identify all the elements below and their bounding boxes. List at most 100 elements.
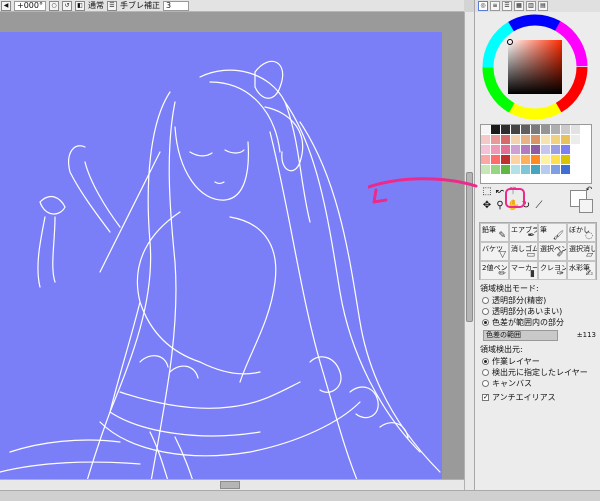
palette-swatch[interactable] — [531, 145, 541, 155]
palette-swatch[interactable] — [511, 155, 521, 165]
palette-swatch[interactable] — [521, 155, 531, 165]
intermediate-color-tab-icon[interactable]: ▦ — [514, 1, 524, 11]
antialias-option[interactable]: ✓ アンチエイリアス — [480, 392, 598, 403]
palette-swatch[interactable] — [511, 145, 521, 155]
palette-swatch[interactable] — [551, 155, 561, 165]
palette-swatch[interactable] — [491, 125, 501, 135]
scratchpad-tab-icon[interactable]: ▤ — [538, 1, 548, 11]
palette-swatch[interactable] — [511, 125, 521, 135]
detect-source-option[interactable]: キャンバス — [480, 378, 598, 389]
palette-swatch[interactable] — [481, 125, 491, 135]
palette-swatch[interactable] — [531, 155, 541, 165]
rotate-reset-icon[interactable]: ○ — [48, 0, 59, 11]
palette-swatch[interactable] — [581, 145, 591, 155]
detect-mode-radio[interactable] — [482, 319, 489, 326]
palette-swatch[interactable] — [581, 135, 591, 145]
palette-swatch[interactable] — [511, 135, 521, 145]
palette-swatch[interactable] — [511, 165, 521, 175]
palette-swatch[interactable] — [581, 155, 591, 165]
detect-mode-option[interactable]: 透明部分(精密) — [480, 295, 598, 306]
brush-tool-eraser[interactable]: 消しゴム ▭ — [509, 242, 538, 261]
color-range-slider[interactable]: 色差の範囲 ±113 — [483, 330, 598, 341]
palette-tab-icon[interactable]: ▥ — [526, 1, 536, 11]
palette-swatch[interactable] — [561, 125, 571, 135]
palette-swatch[interactable] — [521, 165, 531, 175]
palette-swatch[interactable] — [581, 165, 591, 175]
palette-swatch[interactable] — [501, 155, 511, 165]
brush-tool-select-pen[interactable]: 選択ペン ✐ — [538, 242, 567, 261]
detect-mode-option[interactable]: 色差が範囲内の部分 — [480, 317, 598, 328]
palette-swatch[interactable] — [501, 145, 511, 155]
brush-tool-watercolor[interactable]: 水彩筆 ✍ — [567, 261, 596, 280]
palette-swatch[interactable] — [541, 165, 551, 175]
palette-swatch[interactable] — [521, 125, 531, 135]
detect-mode-radio[interactable] — [482, 297, 489, 304]
palette-swatch[interactable] — [561, 135, 571, 145]
palette-swatch[interactable] — [521, 145, 531, 155]
horizontal-scroll-thumb[interactable] — [220, 481, 240, 489]
palette-swatch[interactable] — [541, 145, 551, 155]
brush-tool-pencil[interactable]: 鉛筆 ✎ — [480, 223, 509, 242]
angle-field[interactable]: +000° — [14, 0, 46, 11]
antialias-checkbox[interactable]: ✓ — [482, 394, 489, 401]
palette-swatch[interactable] — [571, 125, 581, 135]
palette-swatch[interactable] — [531, 125, 541, 135]
palette-swatch[interactable] — [531, 165, 541, 175]
brush-tool-brush[interactable]: 筆 🖌 — [538, 223, 567, 242]
detect-mode-radio[interactable] — [482, 308, 489, 315]
detect-source-radio[interactable] — [482, 358, 489, 365]
color-palette[interactable] — [480, 124, 592, 184]
palette-swatch[interactable] — [551, 145, 561, 155]
palette-swatch[interactable] — [551, 125, 561, 135]
palette-swatch[interactable] — [561, 145, 571, 155]
detect-source-radio[interactable] — [482, 369, 489, 376]
brush-tool-airbrush[interactable]: エアブラシ✒ — [509, 223, 538, 242]
flip-icon[interactable]: ◧ — [74, 0, 85, 11]
palette-swatch[interactable] — [501, 165, 511, 175]
horizontal-scrollbar[interactable] — [0, 479, 464, 490]
stabilizer-value[interactable]: 3 — [162, 0, 189, 11]
detect-mode-option[interactable]: 透明部分(あいまい) — [480, 306, 598, 317]
drawing-canvas[interactable] — [0, 32, 442, 487]
swap-colors-icon[interactable]: ↶ — [583, 184, 595, 196]
palette-swatch[interactable] — [551, 165, 561, 175]
palette-swatch[interactable] — [551, 135, 561, 145]
palette-swatch[interactable] — [571, 165, 581, 175]
eyedropper-icon[interactable]: ⟋ — [533, 200, 545, 212]
color-wheel[interactable] — [479, 12, 591, 122]
background-color-swatch[interactable] — [579, 199, 593, 213]
rgb-slider-tab-icon[interactable]: ≡ — [490, 1, 500, 11]
move-icon[interactable]: ✥ — [481, 200, 493, 212]
palette-swatch[interactable] — [481, 155, 491, 165]
detect-source-option[interactable]: 検出元に指定したレイヤー — [480, 367, 598, 378]
brush-tool-select-erase[interactable]: 選択消し ▱ — [567, 242, 596, 261]
mode-menu-icon[interactable]: ☰ — [106, 0, 117, 11]
palette-swatch[interactable] — [561, 165, 571, 175]
brush-tool-crayon[interactable]: クレヨン ✑ — [538, 261, 567, 280]
palette-swatch[interactable] — [481, 165, 491, 175]
rotate-icon[interactable]: ↺ — [61, 0, 72, 11]
brush-tool-marker[interactable]: マーカー ▮ — [509, 261, 538, 280]
palette-swatch[interactable] — [481, 145, 491, 155]
palette-swatch[interactable] — [571, 145, 581, 155]
palette-swatch[interactable] — [571, 155, 581, 165]
select-rect-icon[interactable]: ⬚ — [481, 186, 493, 198]
palette-swatch[interactable] — [571, 135, 581, 145]
detect-source-radio[interactable] — [482, 380, 489, 387]
palette-swatch[interactable] — [491, 155, 501, 165]
brush-tool-blur[interactable]: ぼかし ◌ — [567, 223, 596, 242]
palette-swatch[interactable] — [501, 135, 511, 145]
palette-swatch[interactable] — [491, 135, 501, 145]
palette-swatch[interactable] — [521, 135, 531, 145]
palette-swatch[interactable] — [481, 135, 491, 145]
palette-swatch[interactable] — [501, 125, 511, 135]
palette-swatch[interactable] — [581, 125, 591, 135]
brush-tool-binary-pen[interactable]: 2値ペン ✏ — [480, 261, 509, 280]
hsv-slider-tab-icon[interactable]: ☰ — [502, 1, 512, 11]
palette-swatch[interactable] — [531, 135, 541, 145]
vertical-scrollbar[interactable] — [464, 12, 474, 490]
palette-swatch[interactable] — [541, 135, 551, 145]
rotate-left-icon[interactable]: ◀ — [1, 0, 11, 11]
palette-swatch[interactable] — [541, 125, 551, 135]
palette-swatch[interactable] — [491, 165, 501, 175]
